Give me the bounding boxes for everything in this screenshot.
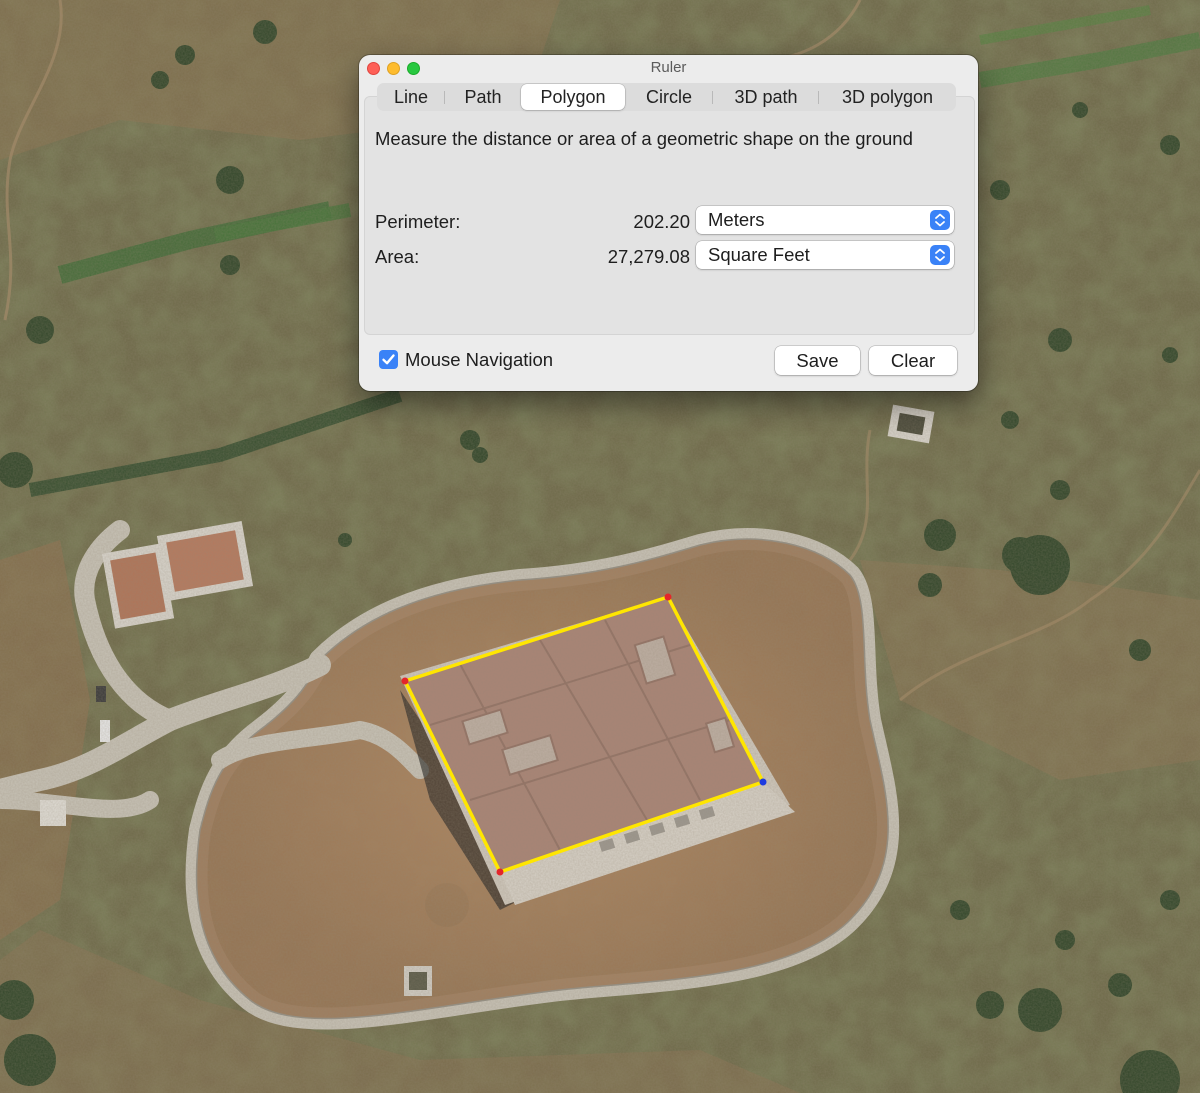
mouse-navigation-checkbox[interactable] <box>379 350 398 369</box>
polygon-vertex[interactable] <box>496 868 504 876</box>
tab-line[interactable]: Line <box>377 84 445 110</box>
chevron-up-down-icon <box>930 210 950 230</box>
area-label: Area: <box>375 246 420 267</box>
tab-3d-path[interactable]: 3D path <box>713 84 819 110</box>
clear-button[interactable]: Clear <box>869 346 957 375</box>
window-title: Ruler <box>650 59 687 76</box>
area-unit-value: Square Feet <box>708 244 810 265</box>
perimeter-label: Perimeter: <box>375 211 461 232</box>
polygon-vertex[interactable] <box>664 593 672 601</box>
mouse-navigation-label[interactable]: Mouse Navigation <box>405 349 553 371</box>
area-value: 27,279.08 <box>607 246 690 267</box>
checkmark-icon <box>382 354 395 365</box>
save-button[interactable]: Save <box>775 346 860 375</box>
perimeter-unit-value: Meters <box>708 209 765 230</box>
polygon-vertex[interactable] <box>401 677 409 685</box>
window-titlebar[interactable]: Ruler <box>359 55 978 83</box>
perimeter-unit-select[interactable]: Meters <box>696 206 954 234</box>
tab-circle[interactable]: Circle <box>625 84 713 110</box>
tab-path[interactable]: Path <box>445 84 521 110</box>
perimeter-value: 202.20 <box>633 211 690 232</box>
tab-polygon[interactable]: Polygon <box>521 84 625 110</box>
area-unit-select[interactable]: Square Feet <box>696 241 954 269</box>
ruler-window: Ruler Line Path Polygon Circle 3D path 3… <box>359 55 978 391</box>
polygon-vertex[interactable] <box>759 778 767 786</box>
chevron-up-down-icon <box>930 245 950 265</box>
measure-mode-tabs: Line Path Polygon Circle 3D path 3D poly… <box>377 83 956 111</box>
close-window-button[interactable] <box>367 62 380 75</box>
mode-description: Measure the distance or area of a geomet… <box>375 128 913 149</box>
zoom-window-button[interactable] <box>407 62 420 75</box>
minimize-window-button[interactable] <box>387 62 400 75</box>
tab-3d-polygon[interactable]: 3D polygon <box>819 84 956 110</box>
